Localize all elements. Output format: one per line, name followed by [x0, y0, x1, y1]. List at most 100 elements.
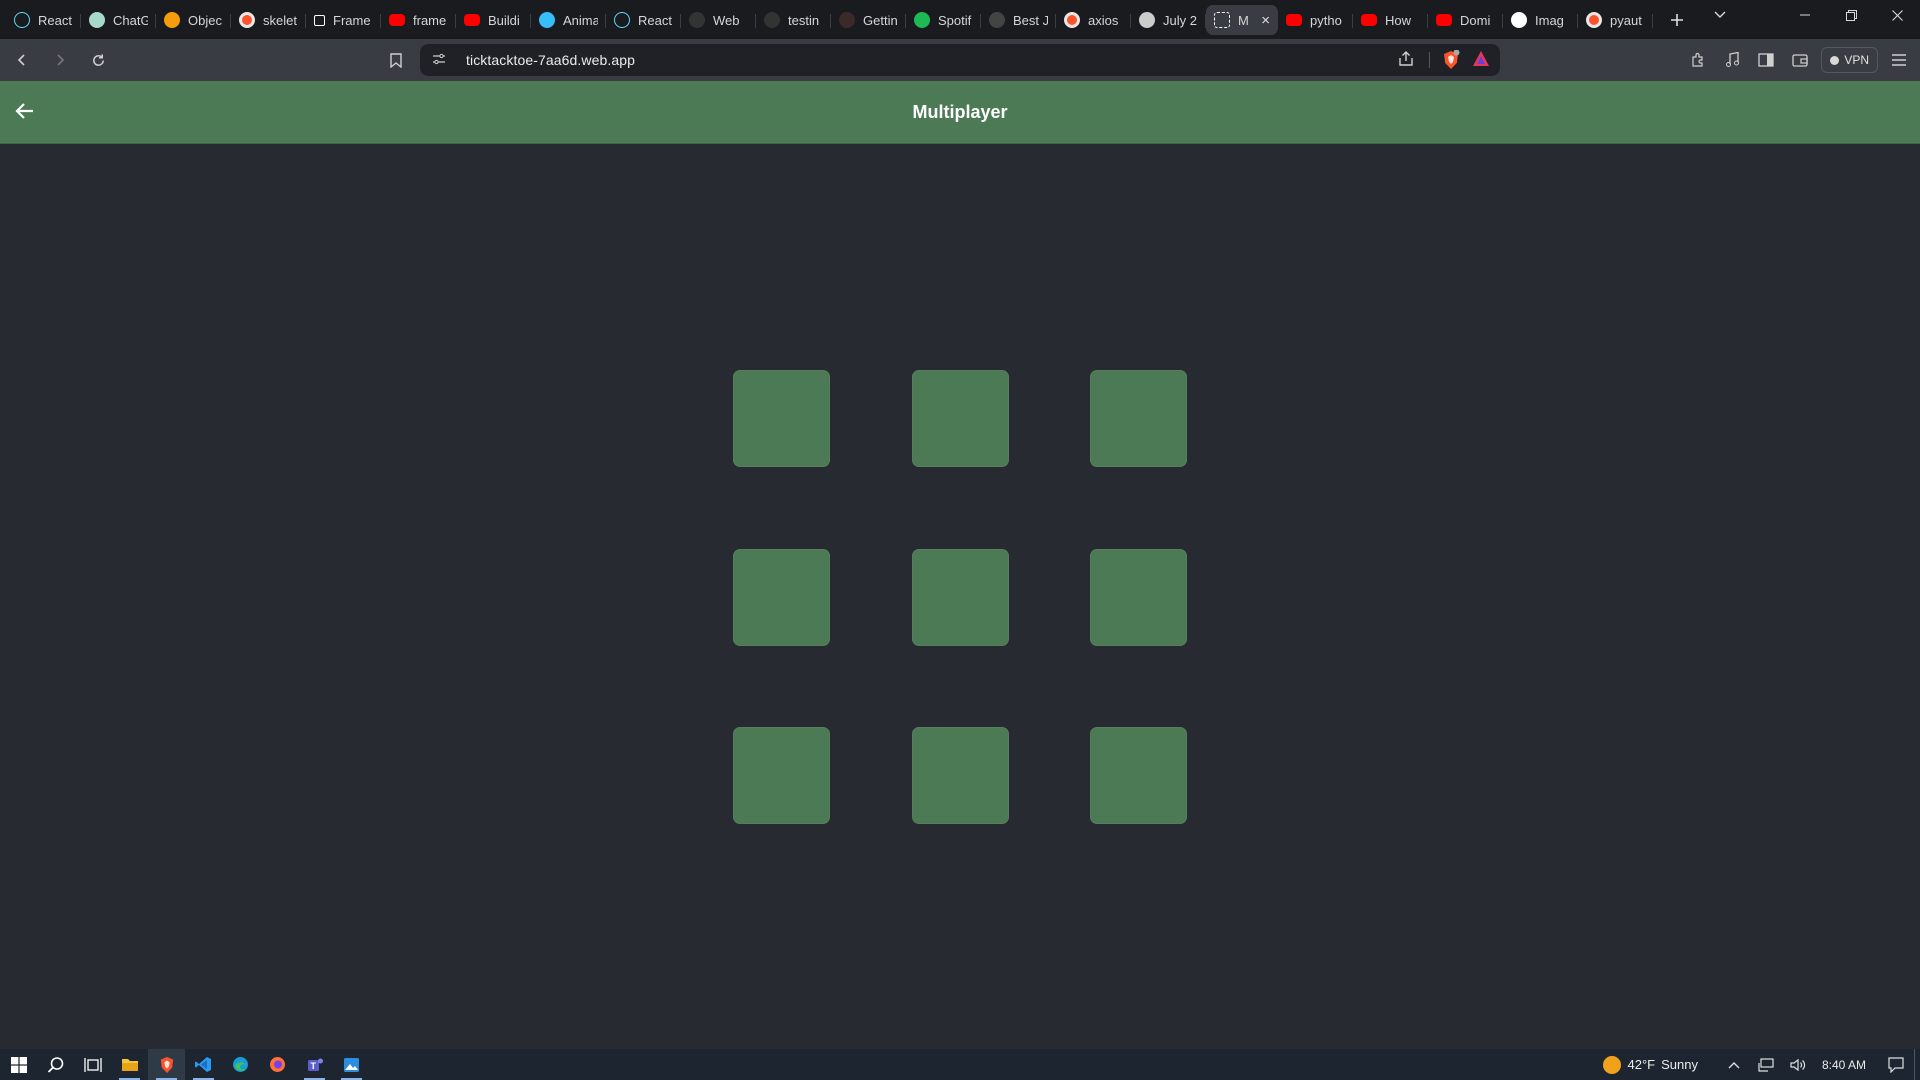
browser-tab[interactable]: Frame — [306, 5, 381, 35]
board-cell[interactable] — [733, 370, 830, 467]
tab-title: pytho — [1310, 12, 1342, 28]
tailwind-icon — [539, 12, 555, 28]
brave-search-icon — [1586, 12, 1602, 28]
browser-tab[interactable]: M × — [1206, 5, 1278, 35]
taskbar-search-button[interactable] — [37, 1049, 74, 1080]
browser-tab[interactable]: skelet — [231, 5, 306, 35]
tab-title: Objec — [188, 12, 222, 28]
taskbar-brave[interactable] — [148, 1049, 185, 1080]
browser-tab[interactable]: pyaut — [1578, 5, 1653, 35]
extensions-button[interactable] — [1685, 47, 1711, 73]
tab-title: testin — [788, 12, 820, 28]
taskbar-teams[interactable]: T — [296, 1049, 333, 1080]
firefox-icon — [270, 1057, 285, 1072]
brave-rewards-icon[interactable] — [1472, 50, 1490, 73]
board-cell[interactable] — [912, 549, 1009, 646]
browser-tab[interactable]: Imag — [1503, 5, 1578, 35]
photos-icon — [344, 1057, 359, 1072]
browser-tab[interactable]: How — [1353, 5, 1428, 35]
menu-button[interactable] — [1886, 47, 1912, 73]
address-bar[interactable]: ticktacktoe-7aa6d.web.app — [420, 44, 1500, 76]
brave-shields-icon[interactable] — [1442, 49, 1460, 75]
browser-tab[interactable]: Gettin — [831, 5, 906, 35]
site-settings-icon[interactable] — [432, 53, 448, 68]
notifications-button[interactable] — [1878, 1056, 1914, 1073]
media-button[interactable] — [1719, 47, 1745, 73]
chevron-down-icon — [1714, 11, 1726, 18]
taskbar-photos[interactable] — [333, 1049, 370, 1080]
teams-icon: T — [307, 1058, 323, 1071]
browser-tab[interactable]: July 2 — [1131, 5, 1206, 35]
tab-search-button[interactable] — [1700, 0, 1740, 30]
weather-widget[interactable]: 42°F Sunny — [1603, 1055, 1698, 1074]
task-view-button[interactable] — [74, 1049, 111, 1080]
plus-icon — [1671, 13, 1683, 26]
restore-icon — [1845, 9, 1857, 21]
close-window-button[interactable] — [1874, 0, 1920, 30]
sidebar-button[interactable] — [1753, 47, 1779, 73]
browser-tab[interactable]: ChatG — [81, 5, 156, 35]
windows-start-icon — [10, 1056, 27, 1073]
browser-tab[interactable]: testin — [756, 5, 831, 35]
board-cell[interactable] — [912, 370, 1009, 467]
wallet-button[interactable] — [1787, 47, 1813, 73]
browser-tab[interactable]: Domi — [1428, 5, 1503, 35]
tab-title: axios — [1088, 12, 1119, 28]
url-text[interactable]: ticktacktoe-7aa6d.web.app — [466, 52, 635, 68]
board-cell[interactable] — [733, 727, 830, 824]
browser-tab[interactable]: Spotif — [906, 5, 981, 35]
share-icon[interactable] — [1398, 51, 1414, 72]
reload-button[interactable] — [82, 44, 114, 76]
network-button[interactable] — [1750, 1057, 1782, 1072]
system-tray: 42°F Sunny 8:40 AM — [1603, 1049, 1920, 1080]
weather-temp: 42°F — [1627, 1057, 1656, 1072]
close-tab-icon[interactable]: × — [1261, 12, 1270, 29]
taskbar-vscode[interactable] — [185, 1049, 222, 1080]
start-button[interactable] — [0, 1049, 37, 1080]
board-cell[interactable] — [733, 549, 830, 646]
forward-nav-button[interactable] — [44, 44, 76, 76]
tab-title: Gettin — [863, 12, 898, 28]
brave-icon — [160, 1056, 173, 1073]
taskbar-file-explorer[interactable] — [111, 1049, 148, 1080]
new-tab-button[interactable] — [1659, 5, 1695, 35]
back-nav-button[interactable] — [6, 44, 38, 76]
music-note-icon — [1726, 52, 1740, 67]
browser-toolbar: ticktacktoe-7aa6d.web.app VPN — [0, 39, 1920, 81]
board-cell[interactable] — [1090, 370, 1187, 467]
show-desktop-button[interactable] — [1914, 1049, 1920, 1080]
taskbar-clock[interactable]: 8:40 AM — [1822, 1058, 1866, 1072]
board-cell[interactable] — [912, 727, 1009, 824]
taskbar-edge[interactable] — [222, 1049, 259, 1080]
react-icon — [614, 12, 630, 28]
tab-title: M — [1238, 12, 1249, 28]
board-cell[interactable] — [1090, 549, 1187, 646]
vpn-button[interactable]: VPN — [1821, 47, 1878, 73]
browser-tab[interactable]: Best J — [981, 5, 1056, 35]
github-icon — [1511, 12, 1527, 28]
browser-tab[interactable]: Buildi — [456, 5, 531, 35]
close-icon — [1891, 9, 1903, 21]
window-controls — [1700, 0, 1920, 39]
bookmark-button[interactable] — [384, 44, 408, 76]
spotify-icon — [914, 12, 930, 28]
taskbar-firefox[interactable] — [259, 1049, 296, 1080]
chatgpt-icon — [89, 12, 105, 28]
browser-tab[interactable]: axios — [1056, 5, 1131, 35]
browser-tab[interactable]: frame — [381, 5, 456, 35]
tab-title: Best J — [1013, 12, 1048, 28]
browser-tab[interactable]: Objec — [156, 5, 231, 35]
arrow-left-icon — [17, 54, 25, 66]
browser-tab[interactable]: Anima — [531, 5, 606, 35]
minimize-button[interactable] — [1782, 0, 1828, 30]
browser-tab[interactable]: React — [6, 5, 81, 35]
browser-tab[interactable]: Web — [681, 5, 756, 35]
volume-button[interactable] — [1782, 1058, 1814, 1072]
browser-tab[interactable]: pytho — [1278, 5, 1353, 35]
show-hidden-icons-button[interactable] — [1718, 1061, 1750, 1069]
tab-title: Buildi — [488, 12, 520, 28]
restore-button[interactable] — [1828, 0, 1874, 30]
browser-tab[interactable]: React — [606, 5, 681, 35]
board-cell[interactable] — [1090, 727, 1187, 824]
sidebar-icon — [1758, 53, 1774, 67]
